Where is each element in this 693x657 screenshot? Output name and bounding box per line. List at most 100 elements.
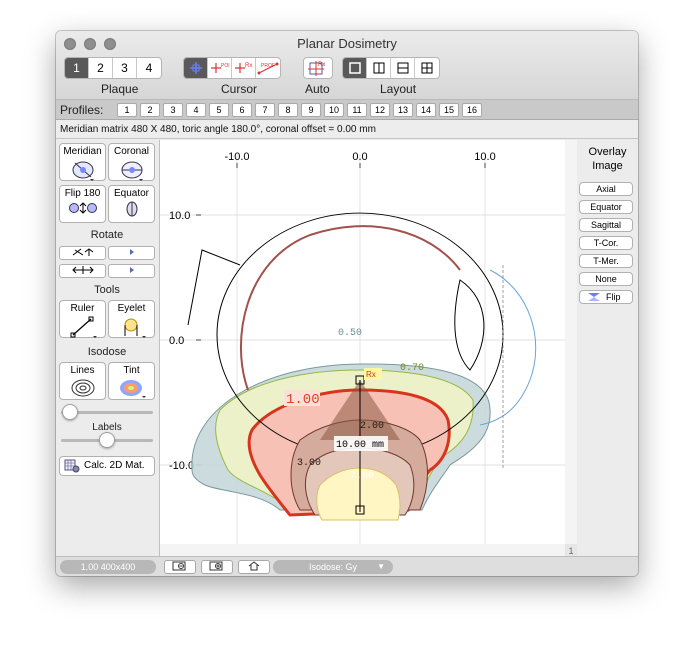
overlay-axial-button[interactable]: Axial	[579, 182, 633, 196]
layout-single-button[interactable]	[343, 58, 367, 78]
left-tool-panel: Meridian Coronal Flip 180 Equator Rotate	[56, 140, 158, 556]
meridian-view-button[interactable]: Meridian	[59, 143, 106, 181]
lens-outline	[454, 279, 485, 371]
zoom-in-button[interactable]	[201, 560, 233, 574]
ruler-tool-button[interactable]: Ruler	[59, 300, 106, 338]
profile-button[interactable]: 8	[278, 103, 298, 117]
x-tick-label: 10.0	[474, 151, 495, 163]
profile-button[interactable]: 6	[232, 103, 252, 117]
layout-horizontal-icon	[397, 62, 408, 74]
rx-cursor-icon: Rx	[234, 63, 252, 73]
auto-rx-icon: Rx	[308, 61, 325, 76]
cursor-profile-button[interactable]: PROF	[256, 58, 280, 78]
isodose-lines-icon	[71, 379, 94, 397]
x-tick-label: 0.0	[352, 151, 367, 163]
grid-calc-icon	[64, 459, 80, 473]
rotate-step-button[interactable]	[108, 264, 155, 278]
overlay-tcor-button[interactable]: T-Cor.	[579, 236, 633, 250]
eyelet-tool-button[interactable]: Eyelet	[108, 300, 155, 338]
layout-vertical-icon	[373, 62, 384, 74]
profile-button[interactable]: 11	[347, 103, 367, 117]
overlay-flip-button[interactable]: Flip	[579, 290, 633, 304]
overlay-tmer-button[interactable]: T-Mer.	[579, 254, 633, 268]
profile-button[interactable]: 4	[186, 103, 206, 117]
rotate-ccw-button[interactable]	[59, 246, 106, 260]
rotate-horizontal-button[interactable]	[59, 264, 106, 278]
dose-plot-canvas[interactable]: -10.0 0.0 10.0 10.0 0.0 -10.0 0.50 0.70 …	[159, 140, 577, 556]
home-view-button[interactable]	[238, 560, 270, 574]
play-right-icon	[129, 267, 134, 273]
plaque-label: Plaque	[101, 82, 139, 96]
overlay-sagittal-button[interactable]: Sagittal	[579, 218, 633, 232]
profile-button[interactable]: 10	[324, 103, 344, 117]
home-icon	[248, 561, 260, 571]
overlay-subtitle: Image	[592, 160, 623, 172]
zoom-out-button[interactable]	[164, 560, 196, 574]
y-tick-label: -10.0	[169, 460, 194, 472]
vertical-scrollbar[interactable]	[565, 140, 577, 544]
overlay-image-panel: Overlay Image Axial Equator Sagittal T-C…	[577, 140, 638, 556]
rotate-ccw-icon	[72, 248, 93, 256]
x-tick-label: -10.0	[224, 151, 249, 163]
overlay-none-button[interactable]: None	[579, 272, 633, 286]
labels-slider-knob[interactable]	[99, 432, 115, 448]
zoom-indicator: 1.00 400x400	[60, 560, 156, 574]
layout-vertical-split-button[interactable]	[367, 58, 391, 78]
cursor-label: Cursor	[221, 82, 258, 96]
plaque-2-button[interactable]: 2	[89, 58, 113, 78]
dose-plot-svg[interactable]: -10.0 0.0 10.0 10.0 0.0 -10.0 0.50 0.70 …	[160, 140, 577, 556]
flip-180-button[interactable]: Flip 180	[59, 185, 106, 223]
isodose-tint-button[interactable]: Tint	[108, 362, 155, 400]
rotate-cw-button[interactable]	[108, 246, 155, 260]
profile-button[interactable]: 2	[140, 103, 160, 117]
profile-button[interactable]: 5	[209, 103, 229, 117]
status-bar: 1.00 400x400 Isodose: Gy ▼	[56, 556, 638, 576]
plaque-1-button[interactable]: 1	[65, 58, 89, 78]
equator-eye-icon	[126, 201, 137, 217]
profile-button[interactable]: 12	[370, 103, 390, 117]
cursor-cross-button[interactable]	[184, 58, 208, 78]
cursor-rx-button[interactable]: Rx	[232, 58, 256, 78]
isodose-units-dropdown[interactable]: Isodose: Gy ▼	[273, 560, 393, 574]
auto-rx-button[interactable]: Rx	[304, 58, 332, 78]
window-title: Planar Dosimetry	[297, 36, 397, 51]
isodose-label: 0.70	[400, 363, 424, 374]
crosshair-icon	[189, 62, 202, 74]
horizontal-scrollbar[interactable]	[160, 544, 565, 556]
layout-horizontal-split-button[interactable]	[391, 58, 415, 78]
y-tick-label: 10.0	[169, 210, 190, 222]
profile-button[interactable]: 3	[163, 103, 183, 117]
isodose-tint-icon	[119, 380, 146, 398]
equator-view-button[interactable]: Equator	[108, 185, 155, 223]
isodose-lines-button[interactable]: Lines	[59, 362, 106, 400]
profile-button[interactable]: 13	[393, 103, 413, 117]
auto-label: Auto	[305, 82, 330, 96]
isodose-label: 2.00	[360, 421, 384, 432]
horizontal-flip-icon	[71, 266, 94, 274]
profile-cursor-icon: PROF	[257, 62, 279, 75]
svg-text:Rx: Rx	[318, 62, 325, 68]
y-tick-label: 0.0	[169, 335, 184, 347]
plaque-4-button[interactable]: 4	[137, 58, 161, 78]
overlay-equator-button[interactable]: Equator	[579, 200, 633, 214]
flip-180-icon	[68, 202, 97, 214]
layout-quad-button[interactable]	[415, 58, 439, 78]
layout-single-icon	[348, 62, 361, 74]
tint-label: Tint	[123, 365, 140, 376]
svg-text:Rx: Rx	[245, 63, 252, 69]
isodose-label: 0.50	[338, 328, 362, 339]
profile-button[interactable]: 15	[439, 103, 459, 117]
profile-button[interactable]: 9	[301, 103, 321, 117]
profile-button[interactable]: 16	[462, 103, 482, 117]
cursor-poi-button[interactable]: POI	[208, 58, 232, 78]
plaque-3-button[interactable]: 3	[113, 58, 137, 78]
eyelet-label: Eyelet	[117, 303, 146, 314]
calc-2d-matrix-button[interactable]: Calc. 2D Mat.	[59, 456, 155, 476]
profile-button[interactable]: 14	[416, 103, 436, 117]
isodose-slider-knob[interactable]	[62, 404, 78, 420]
profile-button[interactable]: 1	[117, 103, 137, 117]
coronal-label: Coronal	[113, 146, 150, 157]
profile-button[interactable]: 7	[255, 103, 275, 117]
profiles-bar: Profiles: 1 2 3 4 5 6 7 8 9 10 11 12 13 …	[56, 100, 638, 120]
coronal-view-button[interactable]: Coronal	[108, 143, 155, 181]
